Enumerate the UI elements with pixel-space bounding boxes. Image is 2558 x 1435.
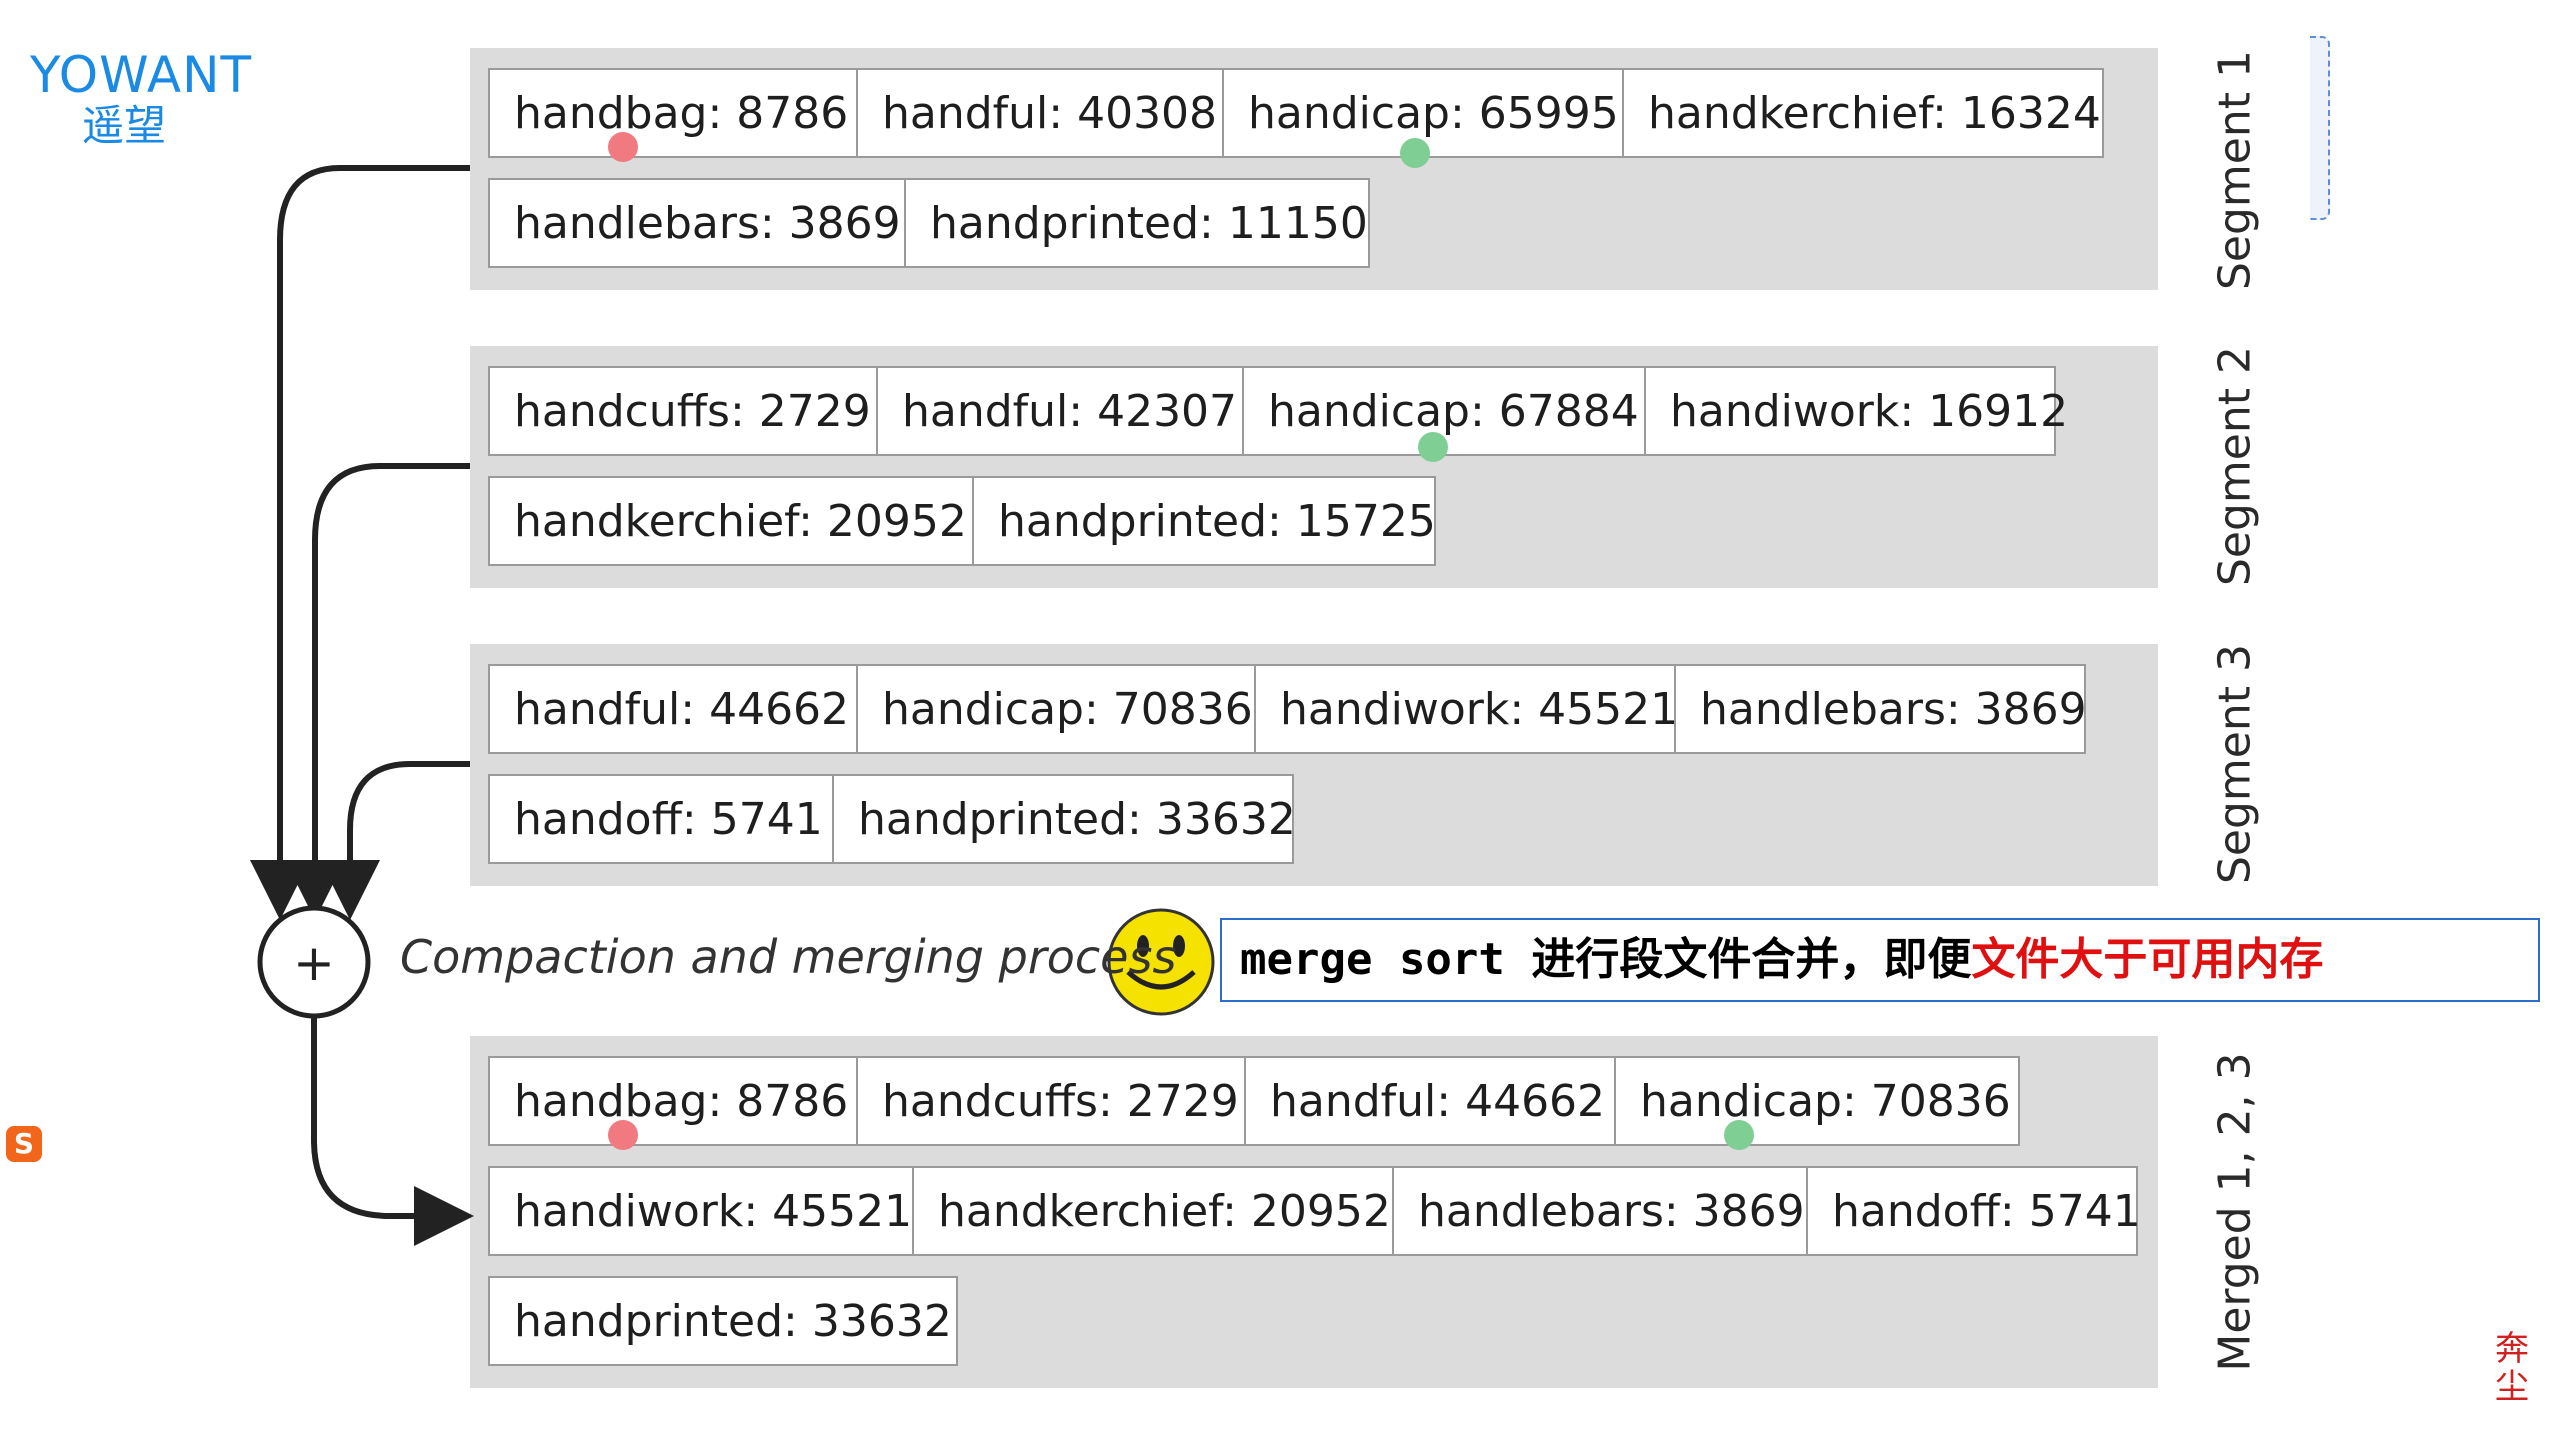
annotation-note: merge sort 进行段文件合并，即便文件大于可用内存 [1220,918,2540,1002]
note-text: merge sort 进行段文件合并，即便 [1240,934,1972,985]
segment-3-arrow [320,761,470,920]
process-label: Compaction and merging process [400,930,1177,984]
merged-arrow [311,1018,474,1246]
note-text-highlight: 文件大于可用内存 [1971,934,2324,985]
segment-2-arrow [285,463,470,920]
sogou-icon: S [6,1126,42,1162]
merge-node-symbol: + [293,934,335,992]
merge-arrows: + [250,165,1215,1246]
segment-1-arrow [250,165,470,920]
author-stamp: 奔 尘 [2495,1329,2529,1407]
